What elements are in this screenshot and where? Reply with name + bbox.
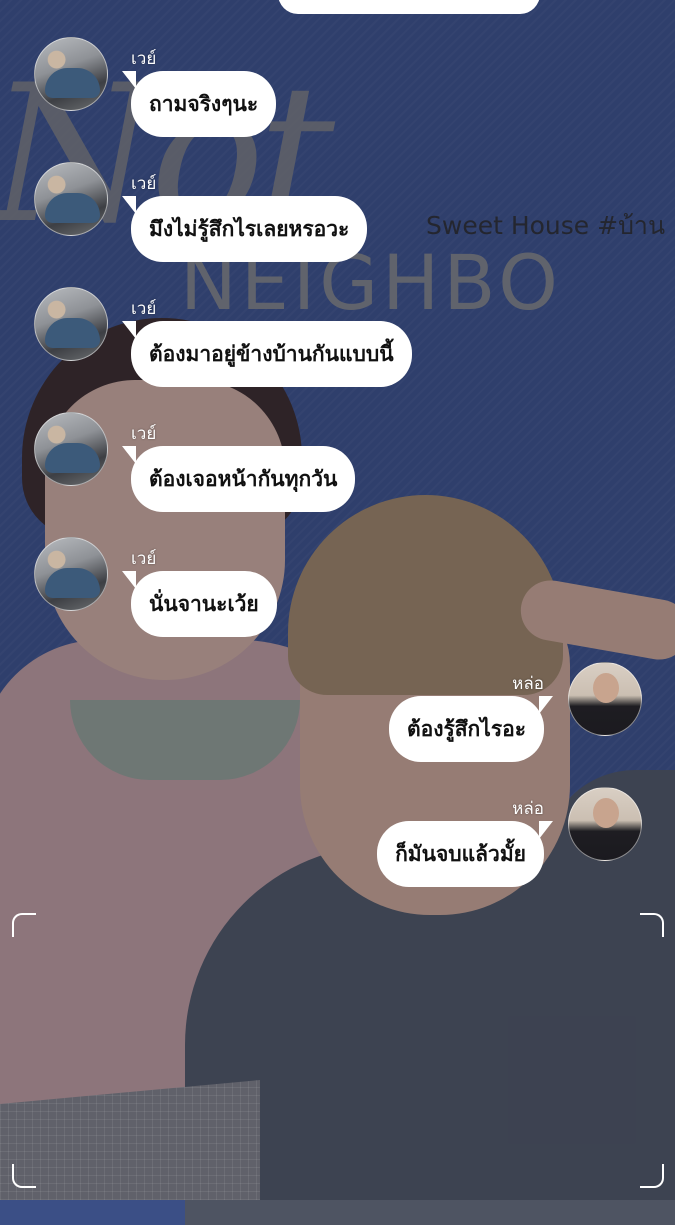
message-bubble[interactable]: ต้องเจอหน้ากันทุกวัน [121, 446, 356, 512]
sender-name: หล่อ [512, 799, 544, 819]
message-bubble[interactable]: ต้องมาอยู่ข้างบ้านกันแบบนี้ [122, 321, 412, 387]
frame-corner-bottom-left-icon [12, 1164, 36, 1188]
avatar-wei[interactable] [34, 37, 108, 111]
avatar-lo[interactable] [568, 787, 642, 861]
sender-name: หล่อ [512, 674, 544, 694]
sender-name: เวย์ [131, 174, 157, 194]
avatar-lo[interactable] [568, 662, 642, 736]
frame-corner-bottom-right-icon [640, 1164, 664, 1188]
sender-name: เวย์ [131, 299, 157, 319]
message-bubble[interactable]: นั่นจานะเว้ย [122, 571, 277, 637]
message-bubble[interactable]: ถามจริงๆนะ [121, 71, 277, 137]
sender-name: เวย์ [131, 424, 157, 444]
sender-name: เวย์ [131, 49, 157, 69]
avatar-wei[interactable] [34, 287, 108, 361]
message-bubble[interactable]: ต้องรู้สึกไรอะ [388, 696, 554, 762]
previous-message-bubble[interactable] [278, 0, 540, 14]
avatar-wei[interactable] [34, 162, 108, 236]
message-bubble[interactable]: ก็มันจบแล้วมั้ย [377, 821, 553, 887]
frame-corner-top-right-icon [640, 913, 664, 937]
sender-name: เวย์ [131, 549, 157, 569]
avatar-wei[interactable] [34, 412, 108, 486]
frame-corner-top-left-icon [12, 913, 36, 937]
message-bubble[interactable]: มึงไม่รู้สึกไรเลยหรอวะ [121, 196, 368, 262]
avatar-wei[interactable] [34, 537, 108, 611]
